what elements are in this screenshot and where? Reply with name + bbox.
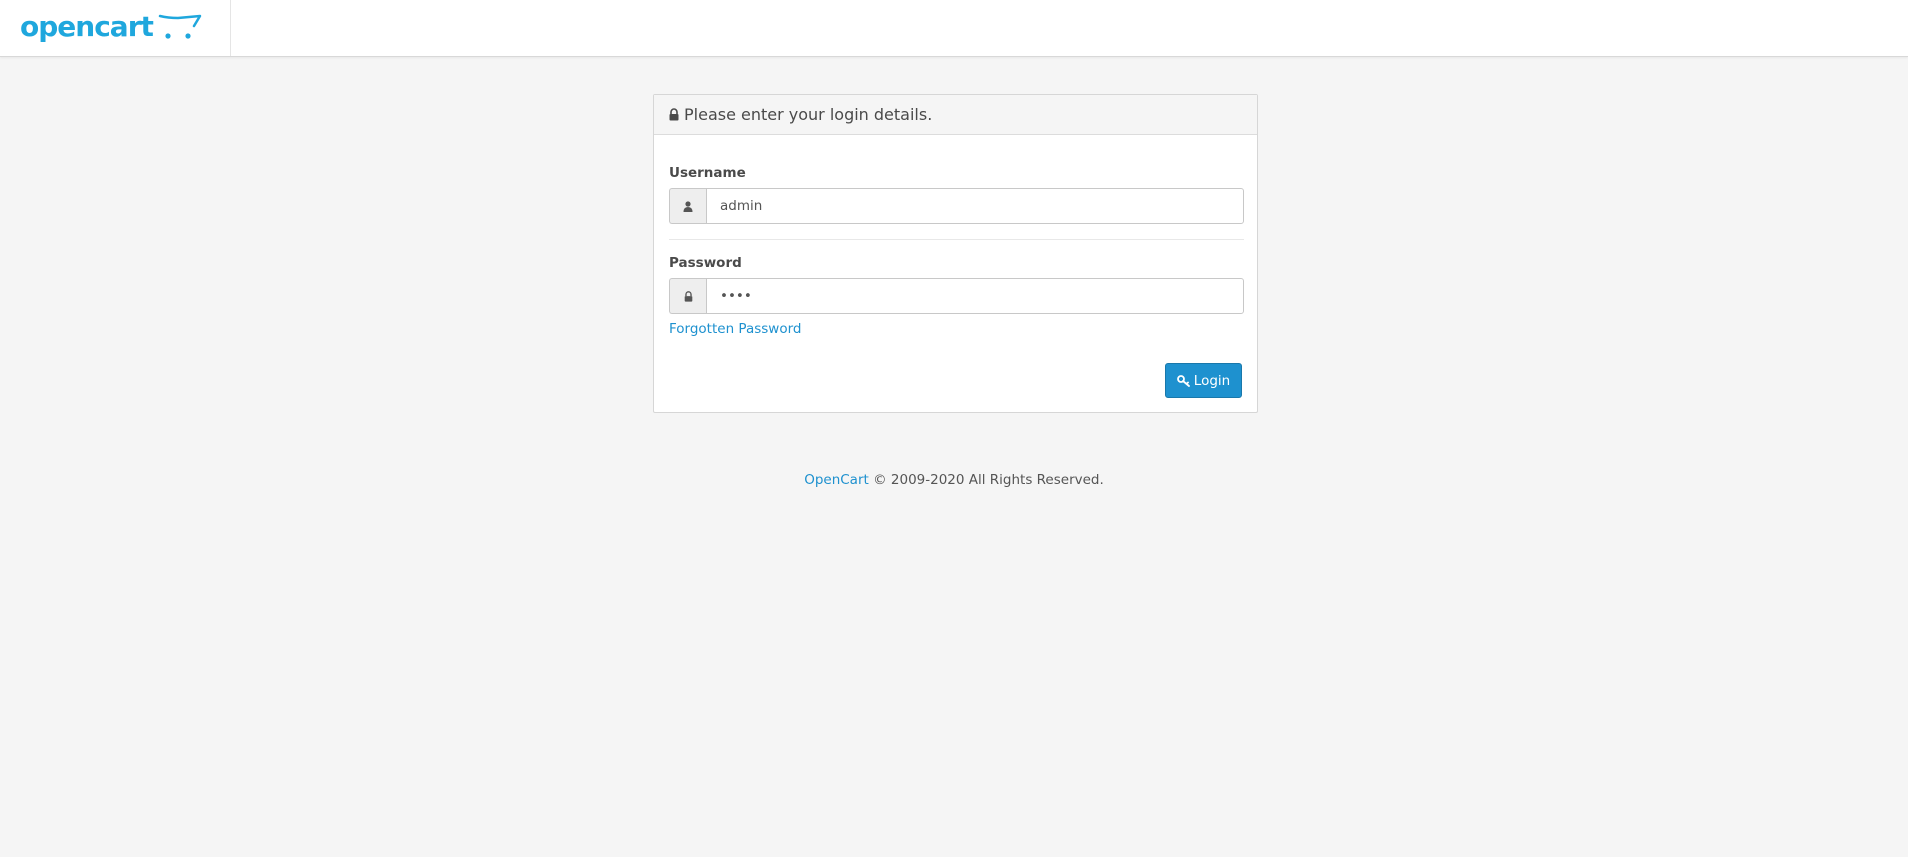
- lock-icon: [669, 108, 679, 121]
- logo-container: opencart: [0, 0, 231, 56]
- password-label: Password: [669, 255, 742, 271]
- opencart-logo[interactable]: opencart: [20, 8, 202, 48]
- logo-text: opencart: [20, 10, 154, 43]
- lock-icon: [684, 290, 692, 302]
- form-divider: [669, 239, 1244, 240]
- panel-heading: Please enter your login details.: [654, 95, 1257, 135]
- top-header: opencart: [0, 0, 1908, 57]
- cart-icon: [158, 14, 202, 39]
- user-icon: [683, 200, 693, 212]
- login-button[interactable]: Login: [1165, 363, 1242, 398]
- opencart-footer-link[interactable]: OpenCart: [804, 472, 869, 488]
- username-addon: [669, 188, 706, 224]
- copyright-text: © 2009-2020 All Rights Reserved.: [873, 472, 1104, 488]
- footer: OpenCart © 2009-2020 All Rights Reserved…: [0, 472, 1908, 488]
- panel-title: Please enter your login details.: [684, 105, 933, 124]
- username-input-group: [669, 188, 1244, 224]
- username-input[interactable]: [706, 188, 1244, 224]
- login-button-label: Login: [1193, 372, 1231, 389]
- password-input[interactable]: [706, 278, 1244, 314]
- username-label: Username: [669, 165, 746, 181]
- password-input-group: [669, 278, 1244, 314]
- forgotten-password-link[interactable]: Forgotten Password: [669, 321, 801, 337]
- password-addon: [669, 278, 706, 314]
- login-panel: Please enter your login details. Usernam…: [653, 94, 1258, 413]
- key-icon: [1176, 374, 1190, 387]
